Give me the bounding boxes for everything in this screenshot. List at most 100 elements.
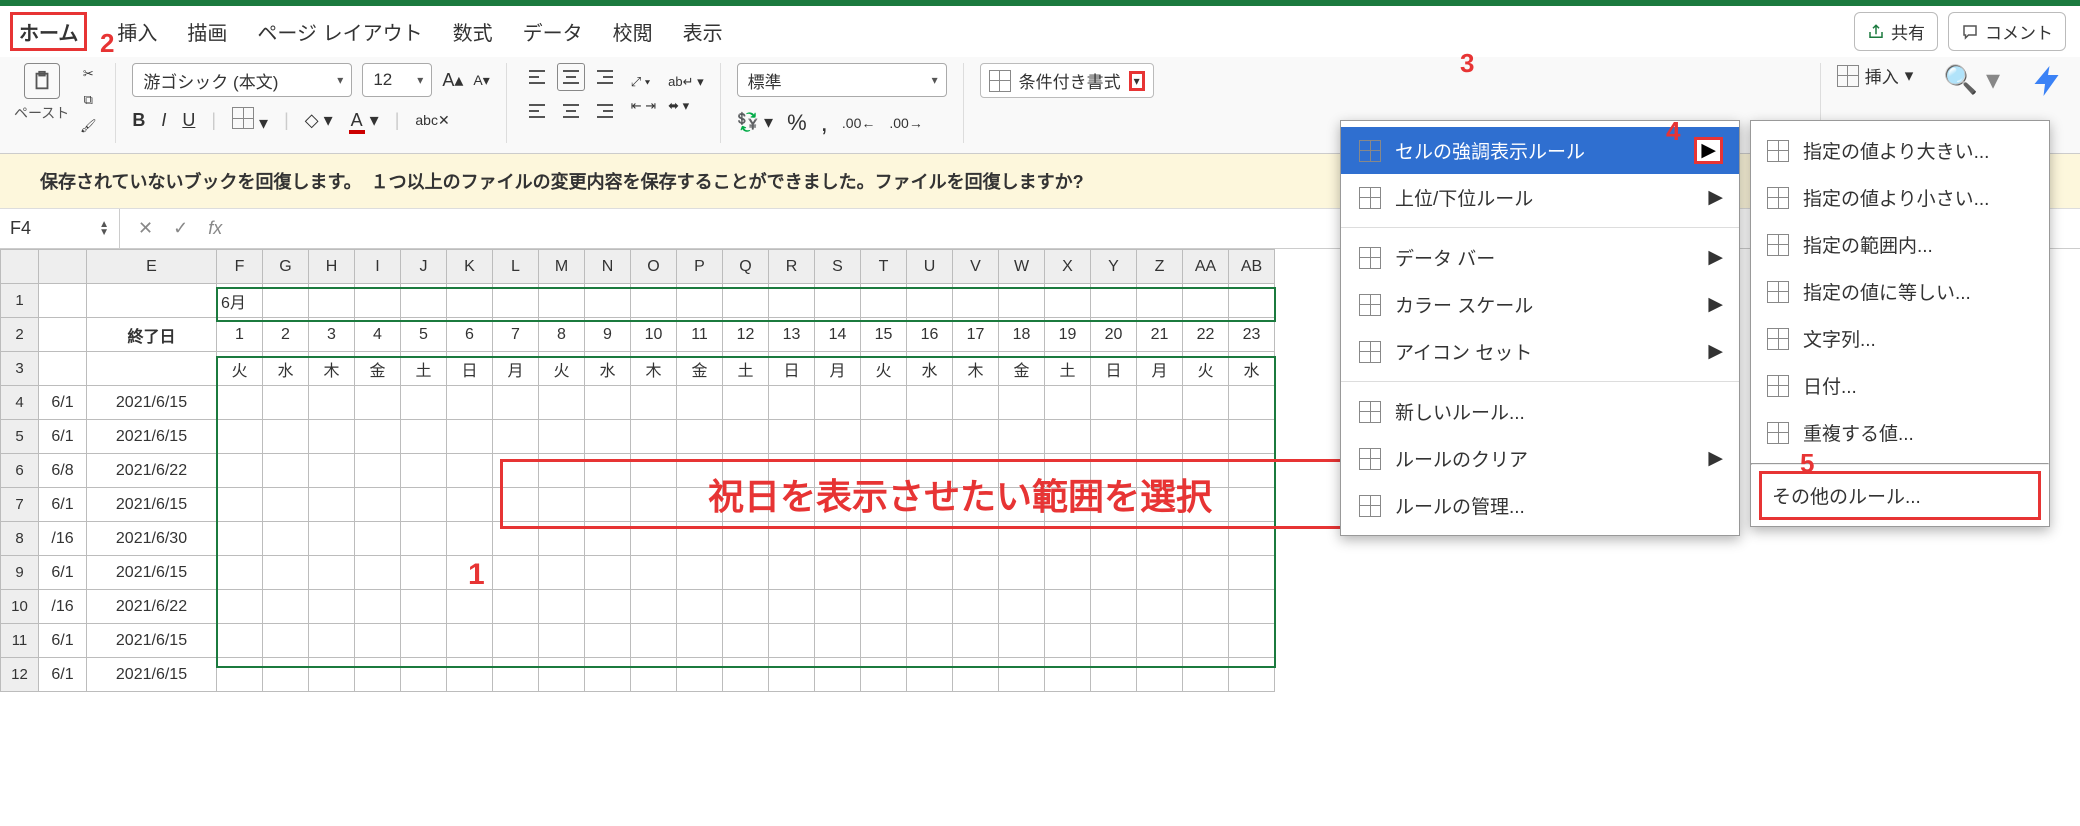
font-size-select[interactable]: 12 [362, 63, 432, 97]
column-header[interactable]: P [677, 250, 723, 284]
end-date-header[interactable]: 終了日 [87, 318, 217, 352]
column-header[interactable]: F [217, 250, 263, 284]
column-header[interactable]: G [263, 250, 309, 284]
decrease-decimal-button[interactable]: .00→ [889, 115, 922, 131]
cf-color-scales[interactable]: カラー スケール▶ [1341, 281, 1739, 328]
fx-icon[interactable]: fx [208, 218, 222, 239]
column-header[interactable]: W [999, 250, 1045, 284]
cf-manage-rules[interactable]: ルールの管理... [1341, 482, 1739, 529]
alignment-grid[interactable] [523, 63, 619, 125]
hl-less-than[interactable]: 指定の値より小さい... [1751, 174, 2049, 221]
row-header[interactable]: 5 [1, 420, 39, 454]
spreadsheet-grid[interactable]: EFGHIJKLMNOPQRSTUVWXYZAAAB 1 6月 2 終了日 12 3456… [0, 249, 1275, 692]
increase-font-icon[interactable]: A▴ [442, 70, 463, 91]
cf-icon-sets[interactable]: アイコン セット▶ [1341, 328, 1739, 375]
column-header[interactable]: H [309, 250, 355, 284]
share-button[interactable]: 共有 [1854, 12, 1938, 51]
cf-top-bottom-rules[interactable]: 上位/下位ルール▶ [1341, 174, 1739, 221]
orientation-button[interactable]: ⤢ ▾ [631, 74, 656, 90]
column-header[interactable]: S [815, 250, 861, 284]
tab-data[interactable]: データ [523, 17, 583, 46]
currency-button[interactable]: 💱 ▾ [737, 112, 773, 133]
comment-button[interactable]: コメント [1948, 12, 2066, 51]
border-button[interactable]: ▾ [232, 107, 268, 134]
row-header[interactable]: 6 [1, 454, 39, 488]
column-header[interactable]: E [87, 250, 217, 284]
formula-confirm-icon[interactable]: ✓ [173, 218, 188, 239]
column-header[interactable]: M [539, 250, 585, 284]
tab-home[interactable]: ホーム [10, 12, 87, 51]
decrease-font-icon[interactable]: A▾ [473, 72, 489, 89]
row-header[interactable]: 11 [1, 624, 39, 658]
select-all-corner[interactable] [1, 250, 39, 284]
ribbon-insert-button[interactable]: 挿入 ▾ [1837, 63, 1914, 88]
tab-insert[interactable]: 挿入 [117, 17, 157, 46]
column-header[interactable]: R [769, 250, 815, 284]
column-header[interactable]: O [631, 250, 677, 284]
row-header[interactable]: 4 [1, 386, 39, 420]
column-header[interactable]: Y [1091, 250, 1137, 284]
hl-duplicate-values[interactable]: 重複する値... [1751, 409, 2049, 456]
tab-page-layout[interactable]: ページ レイアウト [257, 17, 422, 46]
column-header[interactable]: J [401, 250, 447, 284]
paste-icon[interactable] [24, 63, 60, 99]
tab-draw[interactable]: 描画 [187, 17, 227, 46]
hl-between[interactable]: 指定の範囲内... [1751, 221, 2049, 268]
formula-cancel-icon[interactable]: ✕ [138, 218, 153, 239]
hl-more-rules[interactable]: その他のルール... [1759, 471, 2041, 520]
row-header[interactable]: 1 [1, 284, 39, 318]
name-box[interactable]: F4 ▲▼ [0, 209, 120, 248]
column-header[interactable]: T [861, 250, 907, 284]
column-header[interactable]: X [1045, 250, 1091, 284]
fill-color-button[interactable]: ◇ ▾ [305, 110, 333, 131]
format-painter-icon[interactable]: 🖌 [77, 115, 99, 137]
column-header[interactable]: V [953, 250, 999, 284]
wrap-text-button[interactable]: ab↵ ▾ [668, 74, 704, 90]
percent-button[interactable]: % [787, 110, 807, 136]
column-header[interactable]: Z [1137, 250, 1183, 284]
hl-text-contains[interactable]: 文字列... [1751, 315, 2049, 362]
column-header[interactable] [39, 250, 87, 284]
indent-buttons[interactable]: ⇤ ⇥ [631, 98, 656, 114]
row-header[interactable]: 9 [1, 556, 39, 590]
cell[interactable]: 6月 [217, 284, 263, 318]
copy-icon[interactable]: ⧉ [77, 89, 99, 111]
find-select-button[interactable]: 🔍 ▾ [1943, 63, 2000, 96]
cf-new-rule[interactable]: 新しいルール... [1341, 388, 1739, 435]
column-header[interactable]: L [493, 250, 539, 284]
row-header[interactable]: 2 [1, 318, 39, 352]
column-header[interactable]: K [447, 250, 493, 284]
cf-data-bars[interactable]: データ バー▶ [1341, 234, 1739, 281]
column-header[interactable]: Q [723, 250, 769, 284]
cf-highlight-rules[interactable]: セルの強調表示ルール ▶ [1341, 127, 1739, 174]
tab-view[interactable]: 表示 [683, 17, 723, 46]
clear-format-button[interactable]: abc✕ [415, 112, 449, 129]
hl-equal-to[interactable]: 指定の値に等しい... [1751, 268, 2049, 315]
merge-button[interactable]: ⬌ ▾ [668, 98, 704, 114]
row-header[interactable]: 8 [1, 522, 39, 556]
cf-clear-rules[interactable]: ルールのクリア▶ [1341, 435, 1739, 482]
column-header[interactable]: N [585, 250, 631, 284]
italic-button[interactable]: I [161, 110, 166, 131]
font-name-select[interactable]: 游ゴシック (本文) [132, 63, 352, 97]
underline-button[interactable]: U [182, 110, 195, 131]
column-header[interactable]: AB [1229, 250, 1275, 284]
column-header[interactable]: AA [1183, 250, 1229, 284]
column-header[interactable]: I [355, 250, 401, 284]
row-header[interactable]: 3 [1, 352, 39, 386]
tab-review[interactable]: 校閲 [613, 17, 653, 46]
row-header[interactable]: 12 [1, 658, 39, 692]
number-format-select[interactable]: 標準 [737, 63, 947, 97]
bold-button[interactable]: B [132, 110, 145, 131]
column-header[interactable]: U [907, 250, 953, 284]
hl-greater-than[interactable]: 指定の値より大きい... [1751, 127, 2049, 174]
hl-date-occurring[interactable]: 日付... [1751, 362, 2049, 409]
row-header[interactable]: 7 [1, 488, 39, 522]
conditional-formatting-button[interactable]: 条件付き書式 ▾ [980, 63, 1154, 98]
increase-decimal-button[interactable]: .00← [842, 115, 875, 131]
comma-button[interactable]: , [821, 107, 828, 138]
font-color-button[interactable]: A ▾ [349, 110, 379, 131]
tab-formulas[interactable]: 数式 [453, 17, 493, 46]
ideas-button[interactable] [2030, 63, 2066, 102]
cut-icon[interactable]: ✂︎ [77, 63, 99, 85]
